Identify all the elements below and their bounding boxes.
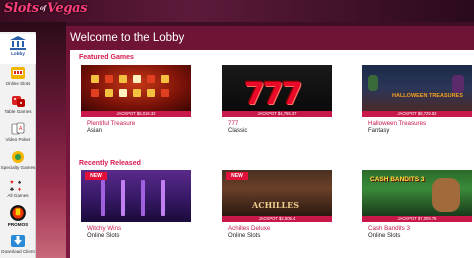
game-category: Online Slots xyxy=(228,233,261,239)
thumbnail-logo: CASH BANDITS 3 xyxy=(370,176,425,183)
game-category: Asian xyxy=(87,128,103,134)
game-thumbnail[interactable]: HALLOWEEN TREASURES xyxy=(362,65,472,111)
sidebar-item-label: Download Client xyxy=(1,249,35,254)
jackpot-bar: JACKPOT $5,016.32 xyxy=(81,111,191,117)
game-category: Online Slots xyxy=(87,233,120,239)
sidebar-item-label: All Games xyxy=(7,193,29,198)
site-logo[interactable]: SlotsofVegas xyxy=(4,1,88,21)
slot-machine-icon xyxy=(11,67,25,79)
game-thumbnail[interactable]: NEW xyxy=(81,170,191,222)
sidebar-item-specialty-games[interactable]: Specialty Games xyxy=(0,148,36,178)
game-name[interactable]: 777 xyxy=(228,120,238,127)
thumbnail-logo: ACHILLES xyxy=(252,200,299,210)
svg-text:♣: ♣ xyxy=(10,187,14,192)
sidebar-item-video-poker[interactable]: A Video Poker xyxy=(0,120,36,150)
sidebar-item-label: Online Slots xyxy=(5,81,31,86)
bank-icon xyxy=(10,36,26,50)
sidebar-item-online-slots[interactable]: Online Slots xyxy=(0,64,36,94)
game-category: Classic xyxy=(228,128,248,134)
thumbnail-logo: 777 xyxy=(244,77,303,111)
thumbnail-logo: HALLOWEEN TREASURES xyxy=(392,93,463,99)
section-title: Featured Games xyxy=(79,54,134,61)
card-suits-icon: ♥ ♠ ♣ ♦ xyxy=(10,180,22,192)
sidebar-item-label: Specialty Games xyxy=(0,165,36,170)
sidebar-item-label: Table Games xyxy=(4,109,32,114)
sidebar: Lobby Online Slots Table Games A Video P… xyxy=(0,32,36,258)
game-thumbnail[interactable]: CASH BANDITS 3 xyxy=(362,170,472,216)
sidebar-item-label: Video Poker xyxy=(5,137,31,142)
cards-icon: A xyxy=(11,122,25,135)
top-bar: SlotsofVegas xyxy=(0,0,474,22)
download-icon xyxy=(11,235,25,247)
sidebar-item-download[interactable]: Download Client xyxy=(0,232,36,258)
sidebar-item-lobby[interactable]: Lobby xyxy=(0,34,36,64)
section-title: Recently Released xyxy=(79,160,141,167)
game-name[interactable]: Achilles Deluxe xyxy=(228,225,270,232)
game-name[interactable]: Plentiful Treasure xyxy=(87,120,135,127)
jackpot-bar: JACKPOT $7,009.75 xyxy=(362,216,472,222)
promos-icon xyxy=(10,205,26,221)
svg-text:♠: ♠ xyxy=(18,180,22,186)
page-title: Welcome to the Lobby xyxy=(70,32,185,44)
sidebar-item-table-games[interactable]: Table Games xyxy=(0,92,36,122)
game-name[interactable]: Witchy Wins xyxy=(87,225,121,232)
game-category: Online Slots xyxy=(368,233,401,239)
new-badge: NEW xyxy=(85,172,107,180)
featured-games-panel: Featured Games JACKPOT $5,016.32 Plentif… xyxy=(70,50,474,156)
specialty-icon xyxy=(12,151,24,163)
game-name[interactable]: Halloween Treasures xyxy=(368,120,426,127)
jackpot-bar: JACKPOT $4,755.37 xyxy=(222,111,332,117)
game-name[interactable]: Cash Bandits 3 xyxy=(368,225,410,232)
jackpot-bar: JACKPOT $2,505.4 xyxy=(222,216,332,222)
game-thumbnail[interactable]: ACHILLES NEW xyxy=(222,170,332,216)
recent-games-panel: Recently Released NEW Witchy Wins Online… xyxy=(70,156,474,258)
new-badge: NEW xyxy=(226,172,248,180)
game-thumbnail[interactable]: 777 xyxy=(222,65,332,111)
dice-icon xyxy=(12,96,25,107)
sidebar-item-all-games[interactable]: ♥ ♠ ♣ ♦ All Games xyxy=(0,176,36,206)
sidebar-item-label: Lobby xyxy=(11,51,25,56)
game-thumbnail[interactable] xyxy=(81,65,191,111)
sidebar-item-promos[interactable]: PROMOS xyxy=(0,204,36,234)
svg-text:♥: ♥ xyxy=(10,180,14,186)
game-category: Fantasy xyxy=(368,128,390,134)
main-content: Welcome to the Lobby Featured Games JACK… xyxy=(66,26,474,258)
jackpot-bar: JACKPOT $8,729.82 xyxy=(362,111,472,117)
svg-text:♦: ♦ xyxy=(18,187,21,192)
sidebar-item-label: PROMOS xyxy=(7,222,29,227)
